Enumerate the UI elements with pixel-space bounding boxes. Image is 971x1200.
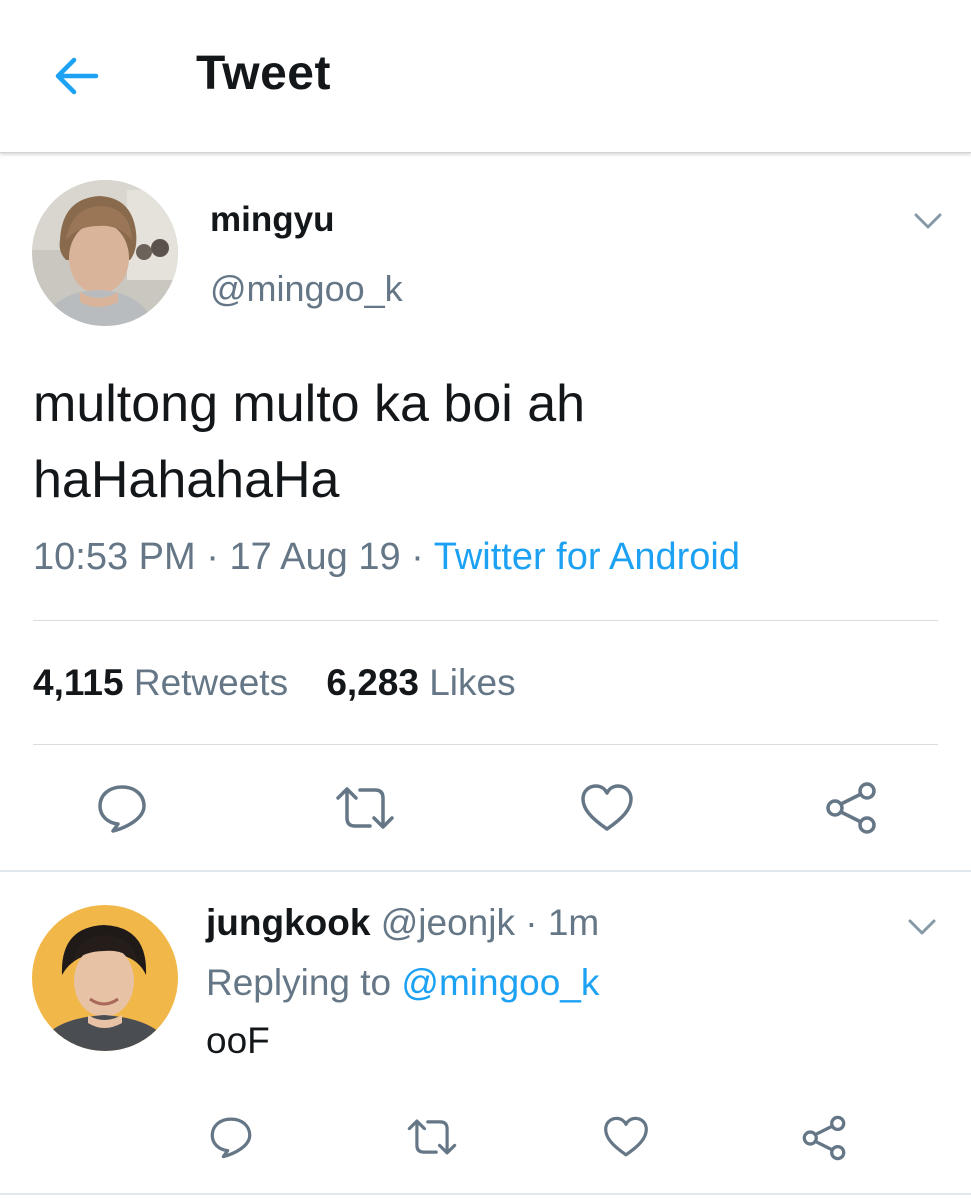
retweets-label: Retweets (133, 662, 289, 703)
reply-button[interactable] (92, 778, 152, 838)
likes-stat[interactable]: 6,283 Likes (326, 662, 515, 704)
replying-to: Replying to @mingoo_k (206, 962, 599, 1004)
reply-dot-separator: · (525, 902, 538, 943)
reply-text: ooF (206, 1020, 270, 1061)
divider (33, 620, 938, 621)
tweet-time: 10:53 PM (33, 536, 196, 578)
likes-count: 6,283 (326, 662, 419, 703)
like-button[interactable] (576, 778, 638, 838)
avatar-photo (32, 905, 178, 1051)
reply-author-avatar[interactable] (32, 905, 178, 1051)
reply-author-handle[interactable]: @jeonjk (381, 902, 515, 943)
reply-share-button[interactable] (798, 1112, 850, 1164)
bottom-divider (0, 1193, 971, 1195)
retweets-count: 4,115 (33, 662, 124, 703)
tweet-text-line: multong multo ka boi ah (33, 375, 586, 433)
replying-to-label: Replying to (206, 962, 392, 1003)
divider (33, 744, 938, 745)
like-icon (581, 784, 633, 831)
tweet-text: multong multo ka boi ah haHahahaHa (33, 366, 933, 518)
reply-icon (210, 1117, 252, 1159)
meta-separator: · (195, 536, 230, 578)
share-icon (826, 782, 876, 834)
retweet-button[interactable] (332, 778, 398, 838)
tweet-menu-button[interactable] (908, 206, 948, 236)
retweet-icon (407, 1119, 457, 1155)
retweets-stat[interactable]: 4,115 Retweets (33, 662, 288, 704)
chevron-down-icon (908, 919, 936, 935)
share-button[interactable] (820, 778, 882, 838)
replying-to-mention[interactable]: @mingoo_k (401, 962, 599, 1003)
reply-retweet-button[interactable] (404, 1112, 460, 1162)
arrow-left-icon (55, 57, 99, 95)
like-icon (604, 1116, 648, 1157)
reply-menu-button[interactable] (902, 912, 942, 942)
back-button[interactable] (50, 50, 102, 102)
chevron-down-icon (914, 213, 942, 229)
author-avatar[interactable] (32, 180, 178, 326)
top-app-bar: Tweet (0, 0, 971, 153)
meta-separator: · (400, 536, 434, 578)
author-name[interactable]: mingyu (210, 200, 334, 240)
reply-reply-button[interactable] (206, 1112, 256, 1162)
tweet-stats: 4,115 Retweets 6,283 Likes (33, 662, 544, 704)
reply-timestamp: 1m (547, 902, 600, 943)
tweet-metadata: 10:53 PM · 17 Aug 19 · Twitter for Andro… (33, 536, 740, 579)
section-separator (0, 870, 971, 872)
retweet-icon (336, 787, 394, 829)
reply-like-button[interactable] (600, 1112, 652, 1162)
reply-header: jungkook @jeonjk · 1m (206, 902, 599, 944)
avatar-photo (32, 180, 178, 326)
tweet-text-line: haHahahaHa (33, 451, 340, 509)
reply-icon (98, 785, 146, 833)
reply-author-name[interactable]: jungkook (206, 902, 370, 943)
share-icon (802, 1115, 846, 1161)
tweet-date: 17 Aug 19 (229, 536, 401, 578)
tweet-source-link[interactable]: Twitter for Android (434, 536, 740, 578)
likes-label: Likes (429, 662, 516, 703)
page-title: Tweet (196, 47, 331, 100)
author-handle[interactable]: @mingoo_k (210, 268, 403, 310)
